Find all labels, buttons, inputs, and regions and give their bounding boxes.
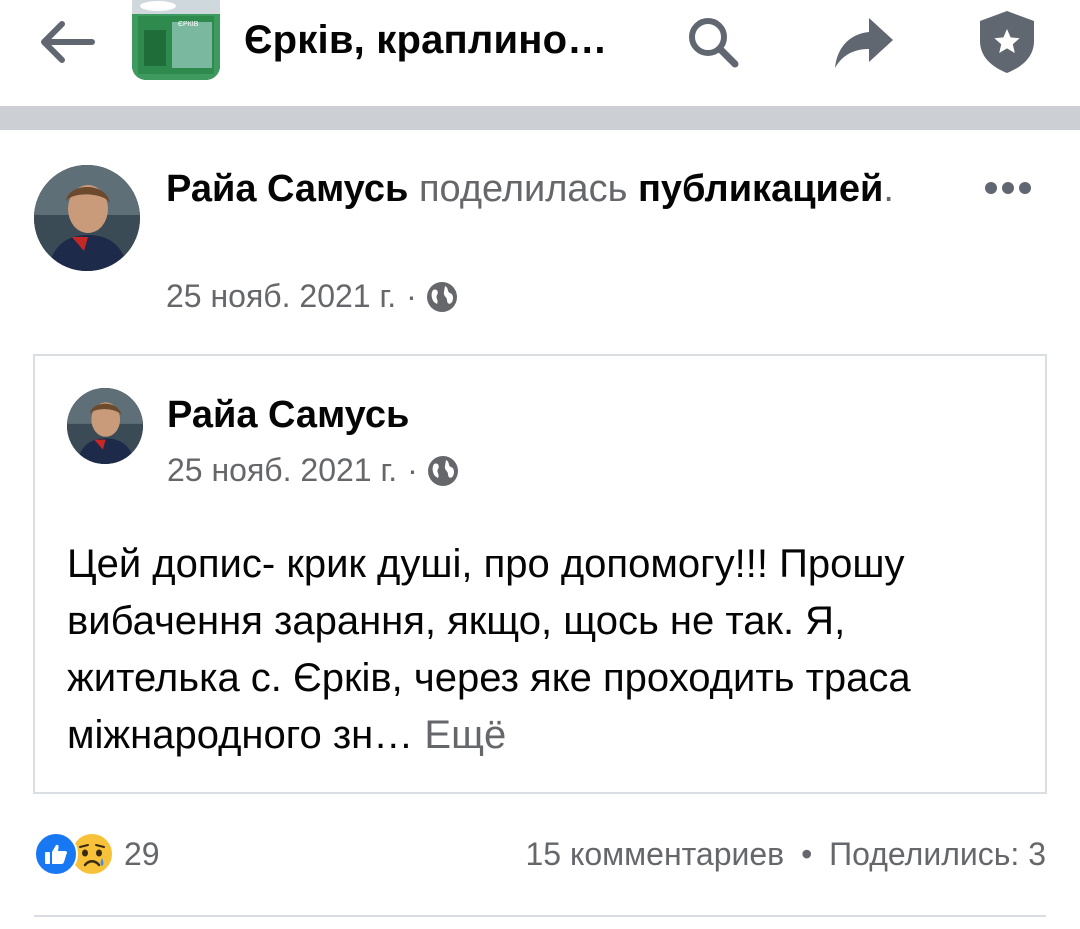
search-button[interactable] (678, 14, 748, 70)
like-reaction-icon (34, 832, 78, 876)
avatar-photo-image (34, 165, 140, 271)
group-title[interactable]: Єрків, краплино… (244, 18, 608, 63)
globe-icon (426, 281, 457, 312)
admin-shield-button[interactable] (970, 6, 1044, 78)
author-name-link[interactable]: Райа Самусь (166, 168, 408, 210)
reactions-summary[interactable]: 29 (34, 832, 160, 876)
shared-author-name[interactable]: Райа Самусь (167, 394, 409, 437)
action-verb: поделилась (418, 168, 628, 210)
engagement-stats: 15 комментариев • Поделились: 3 (526, 836, 1047, 873)
post-meta: 25 нояб. 2021 г. · (166, 278, 459, 315)
search-icon (689, 18, 739, 68)
meta-separator: · (407, 452, 418, 488)
avatar-photo-image (67, 388, 143, 464)
post-options-button[interactable] (978, 168, 1038, 208)
group-thumbnail[interactable]: ЄРКІВ (132, 0, 220, 80)
shared-post-card[interactable]: Райа Самусь 25 нояб. 2021 г. · Цей допис… (33, 354, 1047, 794)
shield-star-icon (980, 11, 1034, 73)
author-avatar[interactable] (34, 165, 140, 271)
back-button[interactable] (32, 14, 100, 70)
share-top-button[interactable] (826, 12, 900, 72)
footer-divider (34, 915, 1046, 917)
shared-publication-link[interactable]: публикацией (638, 168, 883, 210)
shared-post-body: Цей допис- крик душі, про допомогу!!! Пр… (67, 536, 987, 764)
see-more-link[interactable]: Ещё (424, 713, 506, 757)
shares-count-link[interactable]: Поделились: 3 (829, 836, 1046, 872)
meta-separator: · (406, 278, 417, 314)
arrow-left-icon (41, 21, 95, 63)
group-photo-image: ЄРКІВ (132, 0, 220, 80)
header-period: . (883, 168, 894, 210)
post-header-text: Райа Самусь поделилась публикацией. (166, 166, 926, 213)
thumb-sign-text: ЄРКІВ (178, 21, 199, 28)
shared-author-avatar[interactable] (67, 388, 143, 464)
stats-separator: • (801, 836, 813, 872)
more-horizontal-icon (985, 182, 1031, 194)
share-icon (835, 18, 893, 68)
shared-post-meta: 25 нояб. 2021 г. · (167, 452, 460, 489)
post-date[interactable]: 25 нояб. 2021 г. (166, 278, 396, 315)
reaction-count: 29 (124, 835, 160, 872)
shared-post-date[interactable]: 25 нояб. 2021 г. (167, 452, 397, 489)
section-divider (0, 106, 1080, 130)
globe-icon (427, 455, 458, 486)
comments-count-link[interactable]: 15 комментариев (526, 836, 785, 872)
top-bar: ЄРКІВ Єрків, краплино… (0, 0, 1080, 105)
